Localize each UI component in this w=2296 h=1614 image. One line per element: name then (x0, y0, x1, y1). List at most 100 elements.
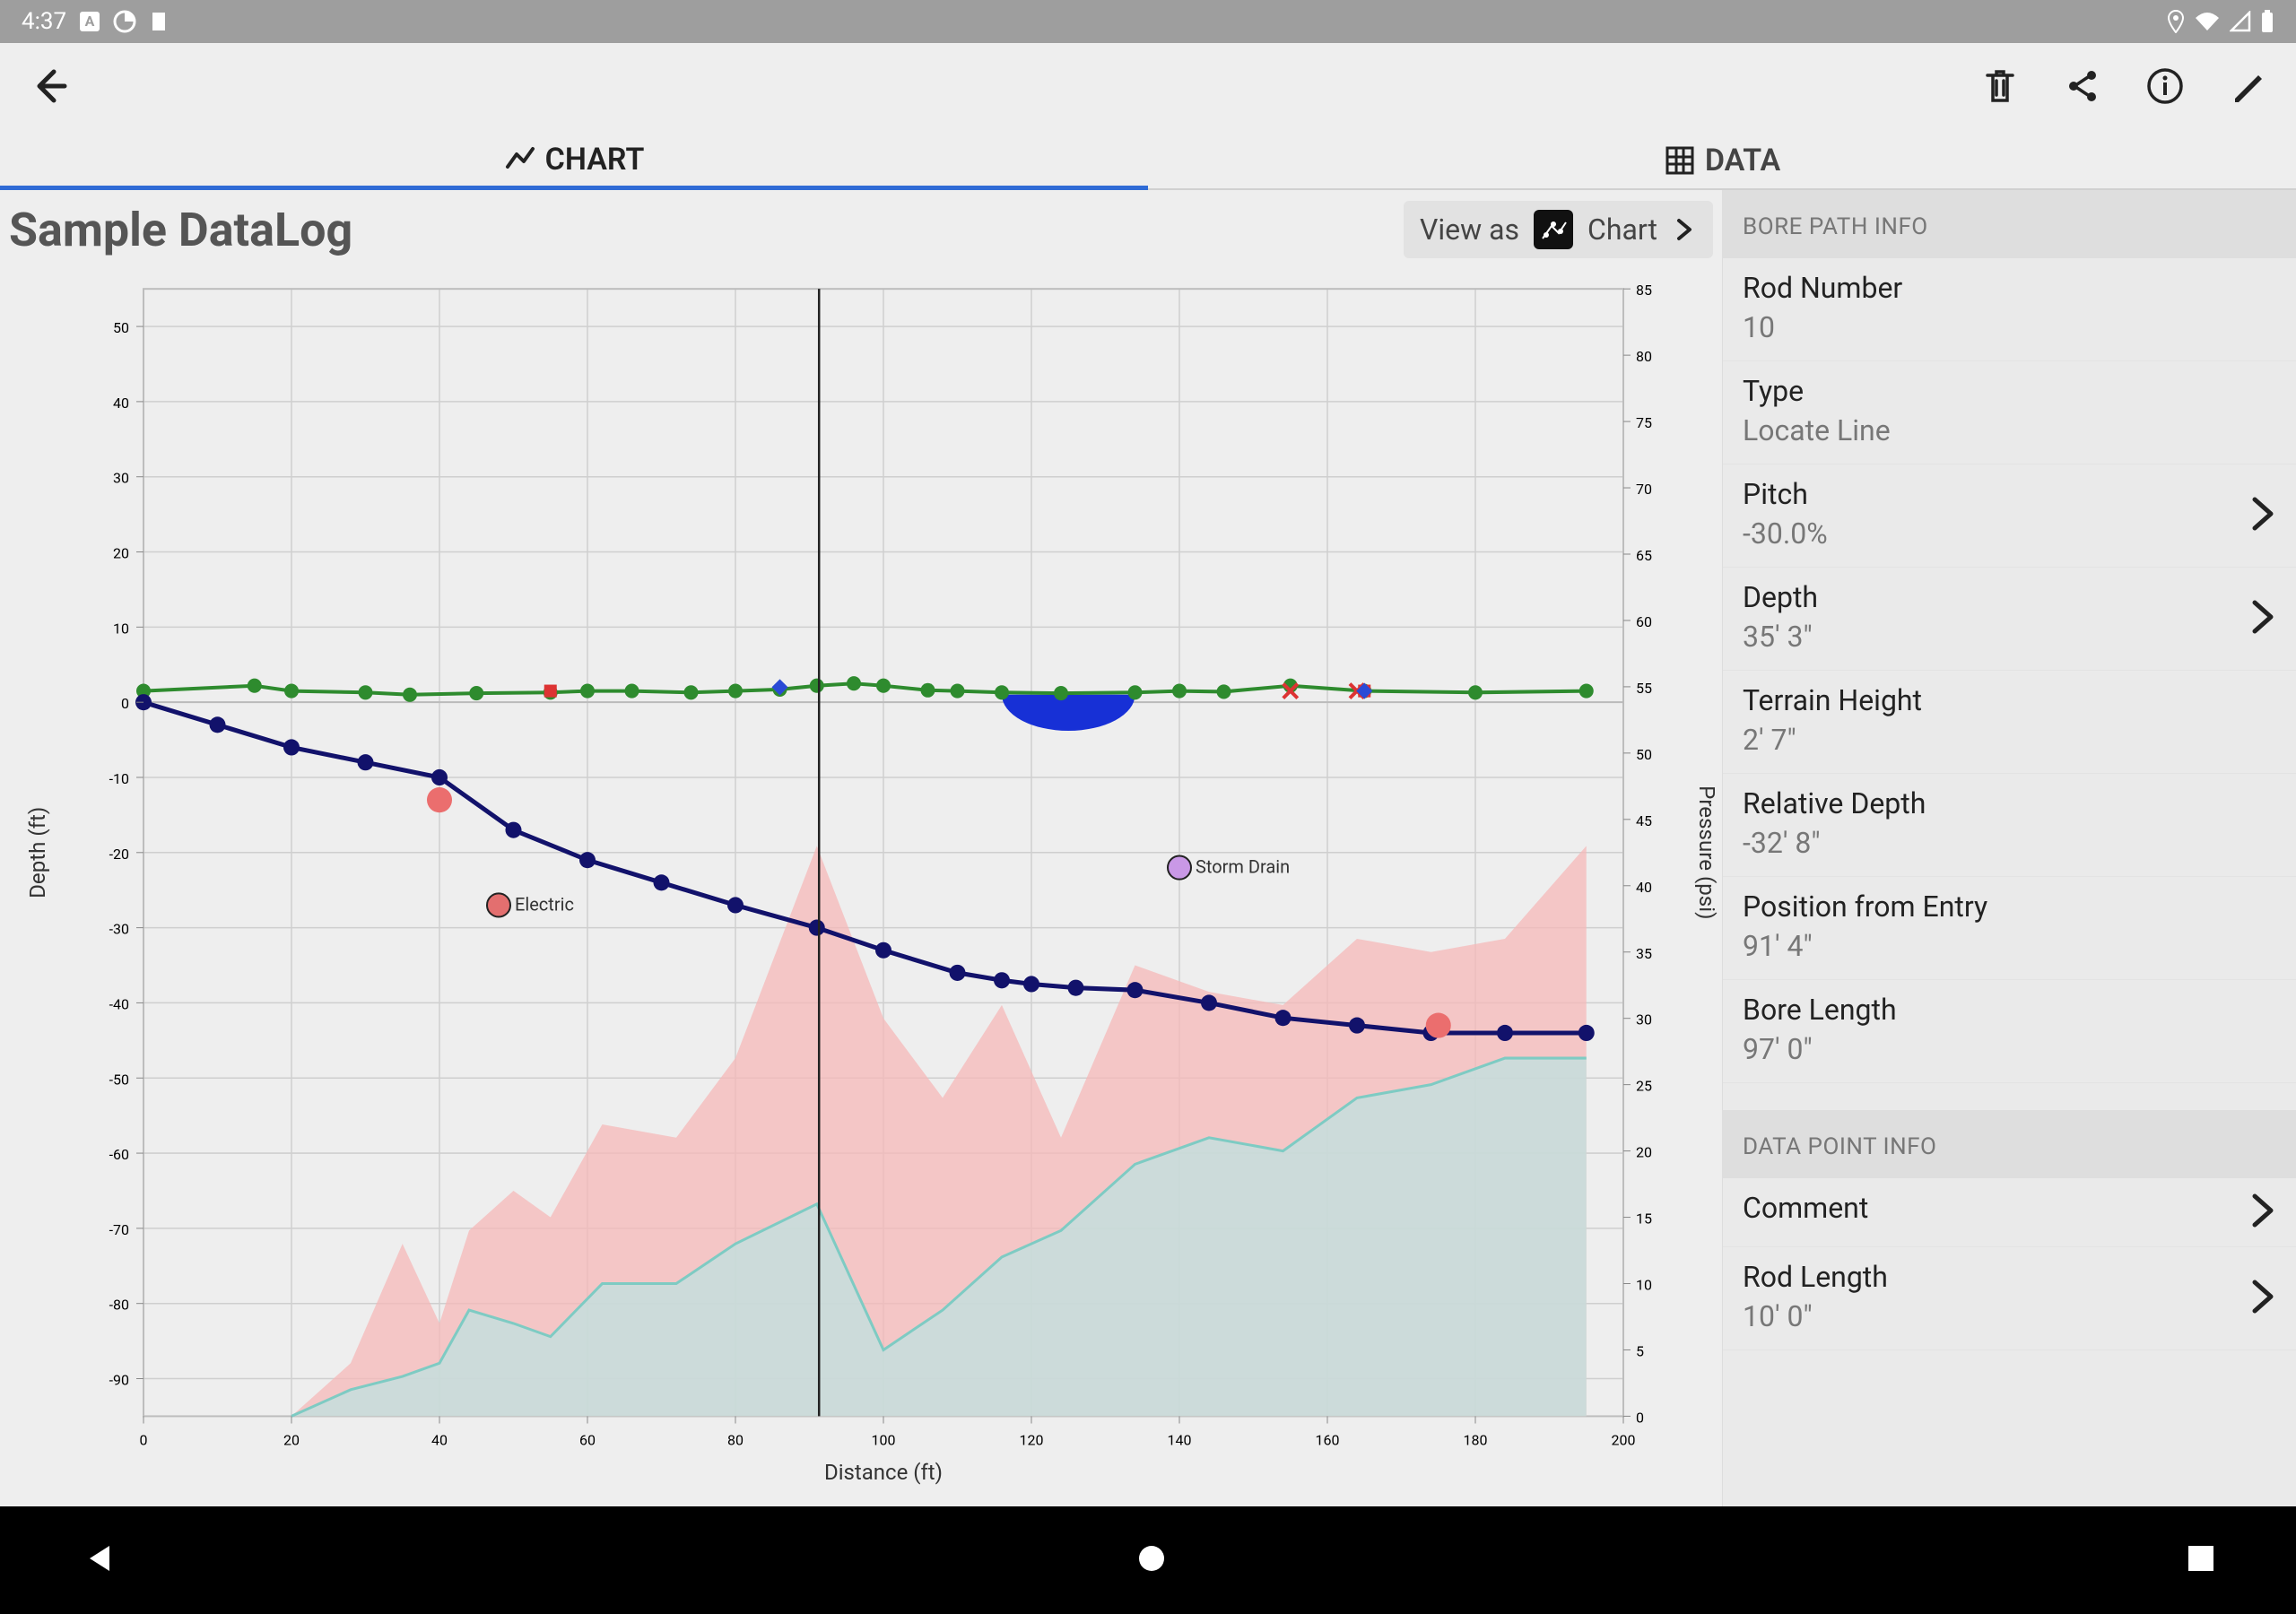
tab-data[interactable]: DATA (1148, 133, 2296, 188)
info-icon (2145, 66, 2185, 106)
svg-text:20: 20 (1636, 1144, 1652, 1161)
svg-text:80: 80 (1636, 348, 1652, 365)
grid-icon (1664, 144, 1696, 177)
square-recents-icon (2185, 1542, 2217, 1575)
share-button[interactable] (2063, 66, 2102, 109)
comment-label: Comment (1743, 1191, 2276, 1225)
chevron-right-icon (1672, 217, 1697, 242)
svg-text:A: A (85, 13, 95, 30)
svg-text:5: 5 (1636, 1342, 1644, 1359)
position-label: Position from Entry (1743, 889, 2276, 924)
chart-area[interactable]: ElectricStorm Drain020406080100120140160… (0, 262, 1722, 1506)
chevron-right-icon (2249, 597, 2276, 640)
bore-length-value: 97' 0" (1743, 1032, 2276, 1066)
svg-text:160: 160 (1316, 1432, 1340, 1449)
svg-text:45: 45 (1636, 812, 1652, 829)
svg-text:40: 40 (113, 395, 129, 412)
svg-text:-30: -30 (109, 921, 129, 938)
row-bore-length: Bore Length 97' 0" (1723, 980, 2296, 1083)
view-as-button[interactable]: View as Chart (1404, 201, 1713, 258)
svg-text:60: 60 (1636, 613, 1652, 630)
svg-text:-80: -80 (109, 1297, 129, 1314)
back-button[interactable] (29, 65, 72, 111)
svg-text:-10: -10 (109, 770, 129, 787)
svg-text:10: 10 (113, 620, 129, 637)
arrow-back-icon (29, 65, 72, 108)
status-icon-pie (113, 10, 136, 33)
share-icon (2063, 66, 2102, 106)
triangle-back-icon (79, 1539, 118, 1578)
status-icon-sd (149, 11, 169, 32)
depth-label: Depth (1743, 580, 2276, 614)
svg-text:60: 60 (579, 1432, 596, 1449)
tab-bar: CHART DATA (0, 133, 2296, 190)
battery-icon (2260, 10, 2274, 33)
row-comment[interactable]: Comment (1723, 1178, 2296, 1247)
svg-text:120: 120 (1020, 1432, 1044, 1449)
relative-depth-label: Relative Depth (1743, 786, 2276, 820)
nav-recents-button[interactable] (2185, 1542, 2217, 1578)
terrain-height-label: Terrain Height (1743, 683, 2276, 717)
row-terrain-height: Terrain Height 2' 7" (1723, 671, 2296, 774)
android-nav-bar (0, 1506, 2296, 1614)
svg-text:Depth (ft): Depth (ft) (25, 807, 50, 898)
relative-depth-value: -32' 8" (1743, 826, 2276, 860)
row-depth[interactable]: Depth 35' 3" (1723, 568, 2296, 671)
depth-value: 35' 3" (1743, 620, 2276, 654)
view-as-label: View as (1420, 213, 1519, 247)
svg-text:20: 20 (113, 545, 129, 562)
tab-chart[interactable]: CHART (0, 133, 1148, 190)
position-value: 91' 4" (1743, 929, 2276, 963)
svg-text:50: 50 (1636, 746, 1652, 763)
chart-line-icon (504, 143, 536, 176)
svg-text:65: 65 (1636, 547, 1652, 564)
rod-number-label: Rod Number (1743, 271, 2276, 305)
tab-data-label: DATA (1705, 143, 1780, 178)
svg-text:20: 20 (283, 1432, 300, 1449)
nav-home-button[interactable] (1134, 1540, 1170, 1580)
svg-text:-70: -70 (109, 1221, 129, 1238)
nav-back-button[interactable] (79, 1539, 118, 1582)
circle-home-icon (1134, 1540, 1170, 1576)
row-rod-length[interactable]: Rod Length 10' 0" (1723, 1247, 2296, 1350)
edit-button[interactable] (2228, 66, 2267, 109)
pitch-value: -30.0% (1743, 516, 2276, 551)
chevron-right-icon (2249, 1191, 2276, 1234)
chevron-right-icon (2249, 494, 2276, 537)
row-type: Type Locate Line (1723, 361, 2296, 464)
rod-number-value: 10 (1743, 310, 2276, 344)
svg-text:75: 75 (1636, 414, 1652, 431)
svg-text:40: 40 (431, 1432, 448, 1449)
rod-length-value: 10' 0" (1743, 1299, 2276, 1333)
svg-text:200: 200 (1612, 1432, 1636, 1449)
location-icon (2167, 10, 2185, 33)
app-toolbar (0, 43, 2296, 133)
svg-text:0: 0 (121, 695, 129, 712)
svg-text:30: 30 (113, 470, 129, 487)
row-position: Position from Entry 91' 4" (1723, 877, 2296, 980)
svg-text:100: 100 (872, 1432, 896, 1449)
signal-icon (2230, 11, 2251, 32)
pitch-label: Pitch (1743, 477, 2276, 511)
svg-text:-40: -40 (109, 995, 129, 1012)
section-data-point-info: DATA POINT INFO (1723, 1110, 2296, 1178)
svg-text:80: 80 (727, 1432, 744, 1449)
info-button[interactable] (2145, 66, 2185, 109)
row-pitch[interactable]: Pitch -30.0% (1723, 464, 2296, 568)
svg-text:-50: -50 (109, 1071, 129, 1088)
svg-text:-60: -60 (109, 1146, 129, 1163)
terrain-height-value: 2' 7" (1743, 723, 2276, 757)
status-icon-a: A (79, 11, 100, 32)
type-value: Locate Line (1743, 413, 2276, 447)
android-status-bar: 4:37 A (0, 0, 2296, 43)
row-rod-number: Rod Number 10 (1723, 258, 2296, 361)
type-label: Type (1743, 374, 2276, 408)
svg-text:25: 25 (1636, 1078, 1652, 1095)
row-relative-depth: Relative Depth -32' 8" (1723, 774, 2296, 877)
svg-text:85: 85 (1636, 282, 1652, 299)
svg-text:40: 40 (1636, 879, 1652, 896)
rod-length-label: Rod Length (1743, 1260, 2276, 1294)
delete-button[interactable] (1980, 66, 2020, 109)
view-as-mode: Chart (1587, 213, 1657, 247)
svg-text:10: 10 (1636, 1277, 1652, 1294)
